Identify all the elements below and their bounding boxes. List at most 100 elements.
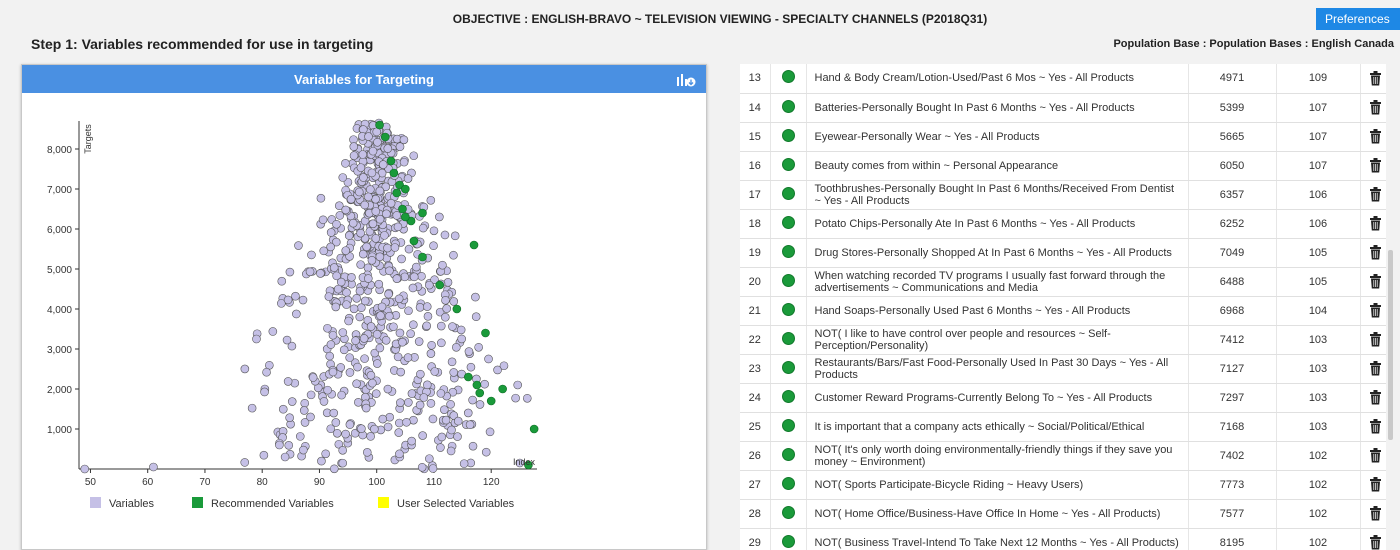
- variable-point: [436, 443, 445, 452]
- variable-point: [441, 312, 450, 322]
- trash-icon[interactable]: [1360, 325, 1386, 355]
- variable-point: [344, 231, 354, 240]
- trash-icon[interactable]: [1360, 412, 1386, 442]
- legend-recommended[interactable]: Recommended Variables: [192, 497, 334, 511]
- index-value: 105: [1276, 267, 1361, 297]
- variable-point: [324, 292, 334, 301]
- variable-point: [299, 406, 309, 415]
- preferences-button[interactable]: Preferences: [1316, 8, 1400, 30]
- table-row[interactable]: 28 NOT( Home Office/Business-Have Office …: [740, 499, 1386, 529]
- variable-description: Eyewear-Personally Wear ~ Yes - All Prod…: [806, 122, 1189, 152]
- recommended-status-icon: [770, 296, 807, 326]
- export-chart-icon[interactable]: [676, 70, 696, 88]
- variable-point: [380, 231, 389, 240]
- row-number: 24: [740, 383, 771, 413]
- trash-icon[interactable]: [1360, 209, 1386, 239]
- variable-point: [437, 432, 447, 442]
- table-row[interactable]: 19 Drug Stores-Personally Shopped At In P…: [740, 238, 1386, 268]
- table-row[interactable]: 23 Restaurants/Bars/Fast Food-Personally …: [740, 354, 1386, 384]
- variable-point: [414, 337, 424, 346]
- table-row[interactable]: 13 Hand & Body Cream/Lotion-Used/Past 6 M…: [740, 64, 1386, 94]
- variable-point: [382, 209, 391, 219]
- trash-icon[interactable]: [1360, 296, 1386, 326]
- table-row[interactable]: 27 NOT( Sports Participate-Bicycle Riding…: [740, 470, 1386, 500]
- variable-point: [428, 414, 438, 424]
- variable-point: [415, 303, 425, 312]
- variable-point: [348, 218, 358, 228]
- trash-icon[interactable]: [1360, 238, 1386, 268]
- table-row[interactable]: 17 Toothbrushes-Personally Bought In Past…: [740, 180, 1386, 210]
- variable-point: [429, 241, 438, 251]
- variable-point: [404, 398, 413, 407]
- variable-point: [453, 416, 463, 426]
- variable-point: [308, 373, 318, 382]
- targets-value: 6357: [1188, 180, 1277, 210]
- trash-icon[interactable]: [1360, 499, 1386, 529]
- variable-point: [326, 340, 336, 349]
- trash-icon[interactable]: [1360, 354, 1386, 384]
- trash-icon[interactable]: [1360, 441, 1386, 471]
- variable-point: [446, 446, 456, 456]
- variable-point: [448, 322, 457, 331]
- recommended-variable-point: [463, 372, 473, 382]
- table-scrollbar[interactable]: [1388, 250, 1393, 440]
- variable-point: [372, 330, 382, 339]
- y-tick-label: 2,000: [47, 385, 72, 396]
- variable-point: [389, 322, 398, 332]
- variable-point: [422, 302, 432, 311]
- trash-icon[interactable]: [1360, 528, 1386, 550]
- legend-variables[interactable]: Variables: [90, 497, 154, 511]
- table-row[interactable]: 21 Hand Soaps-Personally Used Past 6 Mont…: [740, 296, 1386, 326]
- variable-point: [404, 306, 413, 316]
- variable-point: [284, 441, 294, 450]
- variable-point: [355, 286, 365, 296]
- index-value: 107: [1276, 122, 1361, 152]
- trash-icon[interactable]: [1360, 470, 1386, 500]
- variable-point: [442, 304, 451, 313]
- recommended-variable-point: [529, 424, 539, 434]
- table-row[interactable]: 16 Beauty comes from within ~ Personal Ap…: [740, 151, 1386, 181]
- variable-point: [299, 445, 308, 455]
- variable-description: Beauty comes from within ~ Personal Appe…: [806, 151, 1189, 181]
- variable-point: [364, 192, 373, 202]
- variable-point: [440, 405, 449, 414]
- variable-point: [339, 345, 349, 355]
- table-row[interactable]: 29 NOT( Business Travel-Intend To Take Ne…: [740, 528, 1386, 550]
- trash-icon[interactable]: [1360, 122, 1386, 152]
- legend-recommended-label: Recommended Variables: [211, 498, 334, 510]
- trash-icon[interactable]: [1360, 180, 1386, 210]
- variable-point: [317, 456, 326, 466]
- variable-point: [399, 135, 409, 145]
- table-row[interactable]: 15 Eyewear-Personally Wear ~ Yes - All Pr…: [740, 122, 1386, 152]
- variable-point: [466, 362, 476, 372]
- table-row[interactable]: 20 When watching recorded TV programs I u…: [740, 267, 1386, 297]
- table-row[interactable]: 25 It is important that a company acts et…: [740, 412, 1386, 442]
- recommended-variable-point: [469, 240, 479, 250]
- variable-point: [426, 196, 436, 205]
- table-row[interactable]: 26 NOT( It's only worth doing environment…: [740, 441, 1386, 471]
- row-number: 27: [740, 470, 771, 500]
- variable-point: [359, 173, 368, 182]
- legend-user-selected-label: User Selected Variables: [397, 498, 515, 510]
- variable-point: [285, 413, 294, 423]
- y-tick-label: 3,000: [47, 345, 72, 356]
- legend-user-selected[interactable]: User Selected Variables: [378, 497, 514, 511]
- table-row[interactable]: 14 Batteries-Personally Bought In Past 6 …: [740, 93, 1386, 123]
- trash-icon[interactable]: [1360, 267, 1386, 297]
- variable-point: [360, 296, 370, 306]
- variable-point: [306, 412, 315, 422]
- row-number: 21: [740, 296, 771, 326]
- trash-icon[interactable]: [1360, 93, 1386, 123]
- trash-icon[interactable]: [1360, 151, 1386, 181]
- table-row[interactable]: 24 Customer Reward Programs-Currently Bel…: [740, 383, 1386, 413]
- table-row[interactable]: 18 Potato Chips-Personally Ate In Past 6 …: [740, 209, 1386, 239]
- recommended-status-icon: [770, 267, 807, 297]
- variable-description: NOT( I like to have control over people …: [806, 325, 1189, 355]
- variable-point: [305, 267, 315, 277]
- trash-icon[interactable]: [1360, 383, 1386, 413]
- trash-icon[interactable]: [1360, 64, 1386, 94]
- variable-description: Drug Stores-Personally Shopped At In Pas…: [806, 238, 1189, 268]
- scatter-chart: 1,000 2,000 3,000 4,000 5,000 6,000 7,000 8,000…: [47, 118, 539, 488]
- table-row[interactable]: 22 NOT( I like to have control over peopl…: [740, 325, 1386, 355]
- recommended-status-icon: [770, 180, 807, 210]
